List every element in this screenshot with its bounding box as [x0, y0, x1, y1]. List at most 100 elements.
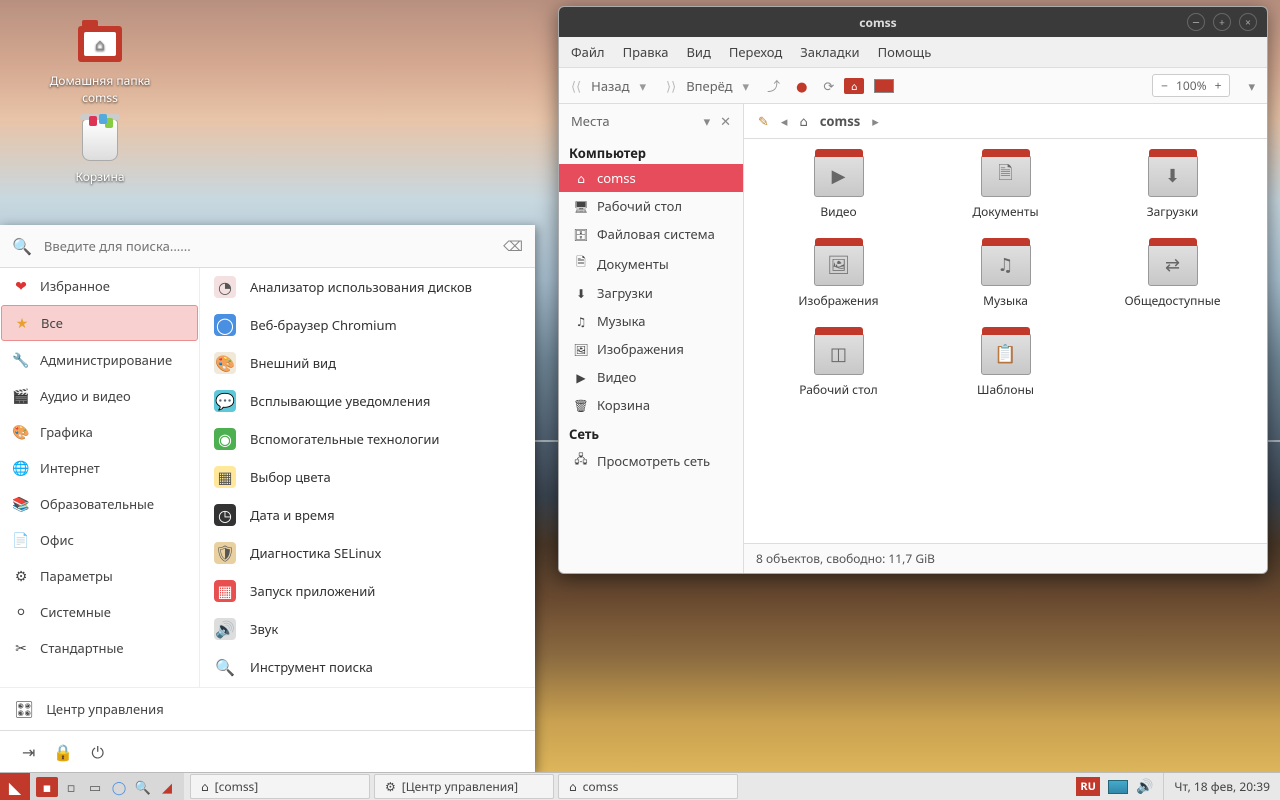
zoom-control[interactable]: − 100% + [1152, 74, 1230, 97]
app-item[interactable]: ◉Вспомогательные технологии [200, 420, 535, 458]
app-item[interactable]: 🔊Звук [200, 610, 535, 648]
computer-toolbar-icon[interactable] [874, 77, 894, 95]
category-item[interactable]: 📄Офис [0, 522, 199, 558]
path-back-icon[interactable]: ◂ [781, 112, 788, 130]
app-item[interactable]: ◯Веб-браузер Chromium [200, 306, 535, 344]
sidebar-item[interactable]: ⬇Загрузки [559, 279, 743, 307]
path-home-icon[interactable]: ⌂ [799, 112, 807, 130]
menubar-item[interactable]: Переход [729, 43, 782, 61]
desktop-trash[interactable]: Корзина [40, 116, 160, 185]
folder-item[interactable]: ♫Музыка [941, 244, 1071, 309]
nav-forward-icon[interactable]: ⟩⟩ [666, 77, 676, 95]
app-item[interactable]: 🛡Диагностика SELinux [200, 534, 535, 572]
sidebar-item[interactable]: 🖥Рабочий стол [559, 192, 743, 220]
places-header[interactable]: Места ▾✕ [559, 104, 743, 138]
taskbar-task[interactable]: ⌂comss [558, 774, 738, 799]
record-icon[interactable]: ● [796, 77, 807, 95]
window-maximize-button[interactable]: + [1213, 13, 1231, 31]
home-toolbar-icon[interactable] [844, 77, 864, 95]
category-item[interactable]: ⚪ Системные [0, 594, 199, 630]
nav-forward-button[interactable]: Вперёд [686, 77, 732, 95]
sidebar-item[interactable]: 🗄Файловая система [559, 220, 743, 248]
taskbar-task[interactable]: ⌂[comss] [190, 774, 370, 799]
menubar-item[interactable]: Правка [623, 43, 669, 61]
network-icon[interactable] [1108, 780, 1128, 794]
zoom-in-icon[interactable]: + [1215, 77, 1222, 94]
sidebar-item[interactable]: 🖼Изображения [559, 335, 743, 363]
quicklaunch-browser[interactable]: ◯ [108, 777, 130, 797]
menubar-item[interactable]: Помощь [878, 43, 932, 61]
taskbar-clock[interactable]: Чт, 18 фев, 20:39 [1163, 773, 1280, 800]
search-input[interactable] [38, 233, 503, 259]
power-button[interactable]: ⏻ [91, 741, 104, 763]
workspace-2[interactable]: ▫ [60, 777, 82, 797]
volume-icon[interactable]: 🔊 [1136, 777, 1153, 796]
folder-item[interactable]: ▶Видео [774, 155, 904, 220]
window-titlebar[interactable]: comss ─ + × [559, 7, 1267, 37]
category-item[interactable]: ✂Стандартные [0, 630, 199, 666]
desktop-home-folder[interactable]: ⌂ Домашняя папка comss [40, 20, 160, 106]
window-minimize-button[interactable]: ─ [1187, 13, 1205, 31]
sidebar-item[interactable]: ▶Видео [559, 363, 743, 391]
folder-item[interactable]: ⬇Загрузки [1108, 155, 1238, 220]
taskbar-task[interactable]: ⚙[Центр управления] [374, 774, 554, 799]
keyboard-layout-indicator[interactable]: RU [1076, 777, 1100, 796]
category-item[interactable]: 🔧Администрирование [0, 342, 199, 378]
folder-item[interactable]: 🖼Изображения [774, 244, 904, 309]
path-location[interactable]: comss [820, 112, 861, 130]
taskbar-menu-button[interactable]: ◣ [0, 773, 30, 800]
category-item[interactable]: 🌐Интернет [0, 450, 199, 486]
folder-item[interactable]: 📋Шаблоны [941, 333, 1071, 398]
view-dropdown-icon[interactable]: ▾ [1248, 77, 1255, 95]
window-close-button[interactable]: × [1239, 13, 1257, 31]
logout-button[interactable]: ⇥ [22, 741, 35, 763]
sidebar-item[interactable]: 🗎Документы [559, 248, 743, 279]
nav-up-icon[interactable]: ⤴ [767, 76, 780, 95]
category-item[interactable]: ⚙Параметры [0, 558, 199, 594]
folder-item[interactable]: ◫Рабочий стол [774, 333, 904, 398]
category-item[interactable]: ★Все [1, 305, 198, 341]
quicklaunch-search[interactable]: 🔍 [132, 777, 154, 797]
app-item[interactable]: ▦Запуск приложений [200, 572, 535, 610]
app-item[interactable]: ▦Выбор цвета [200, 458, 535, 496]
nav-back-button[interactable]: Назад [591, 77, 629, 95]
app-item[interactable]: 🔍Инструмент поиска [200, 648, 535, 686]
menubar-item[interactable]: Закладки [800, 43, 859, 61]
folder-item[interactable]: 🗎Документы [941, 155, 1071, 220]
folder-icon: ▶ [814, 155, 864, 197]
fm-icon-grid[interactable]: ▶Видео 🗎Документы ⬇Загрузки 🖼Изображения ♫Му… [744, 139, 1267, 543]
sidebar-item[interactable]: ♫Музыка [559, 307, 743, 335]
quicklaunch-app[interactable]: ◢ [156, 777, 178, 797]
category-item[interactable]: 🎬Аудио и видео [0, 378, 199, 414]
places-dropdown-icon[interactable]: ▾ [704, 112, 711, 130]
category-item[interactable]: 🎨Графика [0, 414, 199, 450]
menubar-item[interactable]: Файл [571, 43, 605, 61]
sidebar-item[interactable]: ⌂comss [559, 164, 743, 192]
app-item[interactable]: 🎨Внешний вид [200, 344, 535, 382]
sidebar-item[interactable]: 🗑Корзина [559, 391, 743, 419]
app-item[interactable]: ◷Дата и время [200, 496, 535, 534]
category-icon: ⚪ [12, 603, 30, 621]
forward-dropdown-icon[interactable]: ▾ [743, 77, 750, 95]
show-desktop-button[interactable]: ▭ [84, 777, 106, 797]
sidebar-item-icon: ♫ [573, 313, 589, 330]
category-label: Системные [40, 603, 111, 621]
sidebar-item[interactable]: 🖧Просмотреть сеть [559, 445, 743, 476]
edit-path-icon[interactable]: ✎ [758, 112, 769, 130]
category-item[interactable]: 📚Образовательные [0, 486, 199, 522]
workspace-1[interactable]: ▪ [36, 777, 58, 797]
category-item[interactable]: ❤Избранное [0, 268, 199, 304]
places-close-icon[interactable]: ✕ [720, 112, 731, 130]
reload-icon[interactable]: ⟳ [823, 77, 834, 95]
app-item[interactable]: ◔Анализатор использования дисков [200, 268, 535, 306]
lock-button[interactable]: 🔒 [53, 741, 73, 763]
zoom-out-icon[interactable]: − [1161, 77, 1168, 94]
search-clear-icon[interactable]: ⌫ [503, 237, 523, 256]
menubar-item[interactable]: Вид [686, 43, 710, 61]
back-dropdown-icon[interactable]: ▾ [640, 77, 647, 95]
app-item[interactable]: 💬Всплывающие уведомления [200, 382, 535, 420]
folder-item[interactable]: ⇄Общедоступные [1108, 244, 1238, 309]
nav-back-icon[interactable]: ⟨⟨ [571, 77, 581, 95]
menu-control-center-row[interactable]: 🎛 Центр управления [0, 687, 535, 730]
path-forward-icon[interactable]: ▸ [872, 112, 879, 130]
